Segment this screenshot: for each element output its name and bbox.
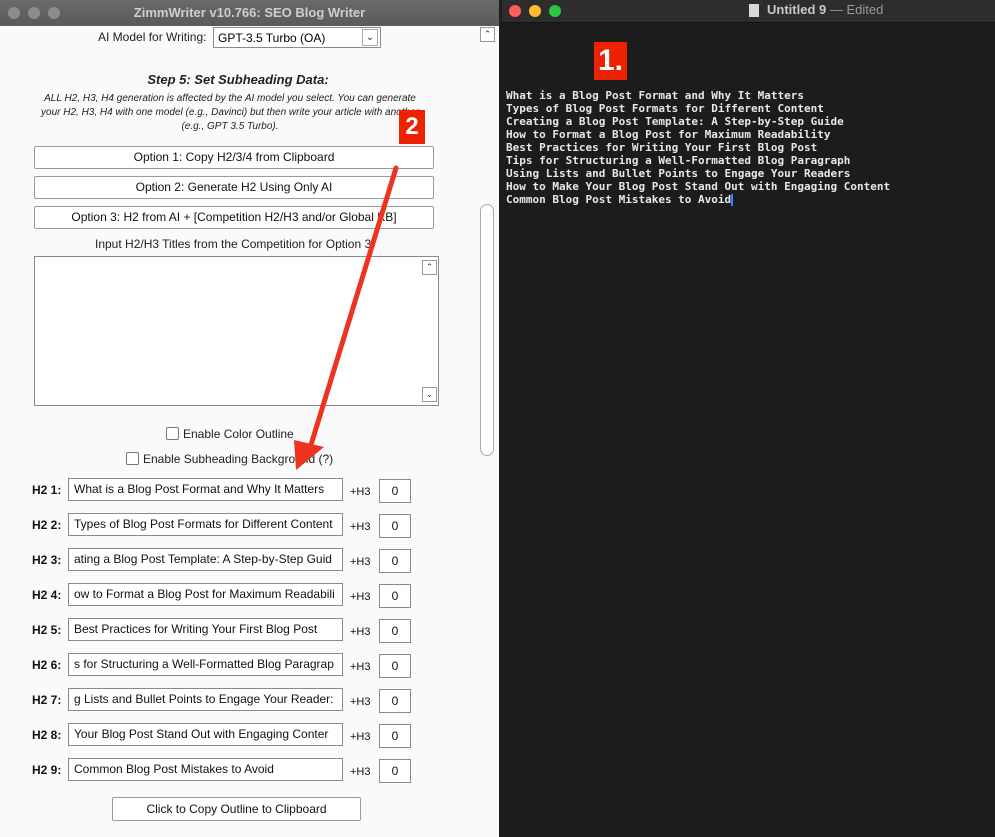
textarea-scroll-up-icon[interactable]: ⌃ <box>422 260 437 275</box>
copy-outline-button[interactable]: Click to Copy Outline to Clipboard <box>112 797 361 821</box>
editor-line-text: How to Make Your Blog Post Stand Out wit… <box>506 180 891 193</box>
editor-line: Using Lists and Bullet Points to Engage … <box>506 167 850 180</box>
h3-label: +H3 <box>350 731 371 743</box>
ai-model-label: AI Model for Writing: <box>98 30 207 44</box>
h3-label: +H3 <box>350 556 371 568</box>
editor-line: How to Format a Blog Post for Maximum Re… <box>506 128 831 141</box>
h3-count-input[interactable]: 0 <box>379 654 411 678</box>
h2-label: H2 3: <box>32 553 62 567</box>
h2-label: H2 6: <box>32 658 62 672</box>
competition-label: Input H2/H3 Titles from the Competition … <box>95 237 375 251</box>
editor-line: What is a Blog Post Format and Why It Ma… <box>506 89 804 102</box>
h3-count-input[interactable]: 0 <box>379 619 411 643</box>
textarea-scroll-down-icon[interactable]: ⌄ <box>422 387 437 402</box>
h2-label: H2 7: <box>32 693 62 707</box>
editor-line-text: Types of Blog Post Formats for Different… <box>506 102 824 115</box>
editor-line-text: What is a Blog Post Format and Why It Ma… <box>506 89 805 102</box>
h2-label: H2 8: <box>32 728 62 742</box>
document-name: Untitled 9 <box>767 2 827 17</box>
h2-label: H2 2: <box>32 518 62 532</box>
close-window-button[interactable] <box>509 5 521 17</box>
scroll-up-arrow-icon[interactable]: ⌃ <box>480 27 495 42</box>
editor-line: Types of Blog Post Formats for Different… <box>506 102 824 115</box>
chevron-down-icon: ⌄ <box>362 29 378 46</box>
ai-model-select[interactable]: GPT-3.5 Turbo (OA) ⌄ <box>213 27 381 48</box>
annotation-badge-2: 2 <box>399 110 425 144</box>
h3-count-input[interactable]: 0 <box>379 689 411 713</box>
document-status: — Edited <box>829 2 884 17</box>
document-title: Untitled 9 — Edited <box>767 2 883 17</box>
h2-input[interactable]: What is a Blog Post Format and Why It Ma… <box>68 478 343 501</box>
editor-line: Best Practices for Writing Your First Bl… <box>506 141 817 154</box>
subheading-bg-label: Enable Subheading Background (?) <box>143 452 334 466</box>
editor-line-text: Using Lists and Bullet Points to Engage … <box>506 167 851 180</box>
step-description: ALL H2, H3, H4 generation is affected by… <box>41 93 419 132</box>
minimize-window-button[interactable] <box>529 5 541 17</box>
zoom-window-button[interactable] <box>549 5 561 17</box>
h2-input[interactable]: g Lists and Bullet Points to Engage Your… <box>68 688 343 711</box>
h2-input[interactable]: Common Blog Post Mistakes to Avoid <box>68 758 343 781</box>
h3-label: +H3 <box>350 661 371 673</box>
step-heading: Step 5: Set Subheading Data: <box>147 72 329 87</box>
h2-input[interactable]: ating a Blog Post Template: A Step-by-St… <box>68 548 343 571</box>
competition-textarea[interactable]: ⌃ ⌄ <box>34 256 439 406</box>
h3-count-input[interactable]: 0 <box>379 549 411 573</box>
h3-count-input[interactable]: 0 <box>379 514 411 538</box>
h3-count-input[interactable]: 0 <box>379 724 411 748</box>
textedit-window: Untitled 9 — Edited What is a Blog Post … <box>502 0 995 837</box>
h3-label: +H3 <box>350 696 371 708</box>
editor-line: Tips for Structuring a Well-Formatted Bl… <box>506 154 850 167</box>
h3-count-input[interactable]: 0 <box>379 759 411 783</box>
h3-label: +H3 <box>350 766 371 778</box>
h2-input[interactable]: Types of Blog Post Formats for Different… <box>68 513 343 536</box>
color-outline-checkbox[interactable] <box>166 427 179 440</box>
editor-line-text: Creating a Blog Post Template: A Step-by… <box>506 115 844 128</box>
textedit-titlebar: Untitled 9 — Edited <box>502 0 995 23</box>
option1-button[interactable]: Option 1: Copy H2/3/4 from Clipboard <box>34 146 434 169</box>
h2-input[interactable]: Best Practices for Writing Your First Bl… <box>68 618 343 641</box>
h3-count-input[interactable]: 0 <box>379 479 411 503</box>
subheading-bg-checkbox[interactable] <box>126 452 139 465</box>
zimmwriter-content: AI Model for Writing: GPT-3.5 Turbo (OA)… <box>0 26 499 837</box>
editor-line: How to Make Your Blog Post Stand Out wit… <box>506 180 890 193</box>
h3-label: +H3 <box>350 626 371 638</box>
h2-input[interactable]: Your Blog Post Stand Out with Engaging C… <box>68 723 343 746</box>
option2-button[interactable]: Option 2: Generate H2 Using Only AI <box>34 176 434 199</box>
h2-label: H2 9: <box>32 763 62 777</box>
h2-label: H2 4: <box>32 588 62 602</box>
h3-label: +H3 <box>350 591 371 603</box>
editor-line-text: Tips for Structuring a Well-Formatted Bl… <box>506 154 851 167</box>
editor-line-text: Best Practices for Writing Your First Bl… <box>506 141 818 154</box>
zimmwriter-titlebar: ZimmWriter v10.766: SEO Blog Writer <box>0 0 499 26</box>
editor-line: Common Blog Post Mistakes to Avoid <box>506 193 734 206</box>
editor-line-text: Common Blog Post Mistakes to Avoid <box>506 193 732 206</box>
h3-count-input[interactable]: 0 <box>379 584 411 608</box>
h3-label: +H3 <box>350 486 371 498</box>
annotation-badge-1: 1. <box>594 42 627 80</box>
h2-label: H2 5: <box>32 623 62 637</box>
h2-input[interactable]: ow to Format a Blog Post for Maximum Rea… <box>68 583 343 606</box>
h2-input[interactable]: s for Structuring a Well-Formatted Blog … <box>68 653 343 676</box>
window-title: ZimmWriter v10.766: SEO Blog Writer <box>133 5 366 20</box>
main-scrollbar-thumb[interactable] <box>480 204 494 456</box>
editor-line: Creating a Blog Post Template: A Step-by… <box>506 115 844 128</box>
text-cursor <box>731 194 734 206</box>
editor-line-text: How to Format a Blog Post for Maximum Re… <box>506 128 831 141</box>
h2-label: H2 1: <box>32 483 62 497</box>
option3-button[interactable]: Option 3: H2 from AI + [Competition H2/H… <box>34 206 434 229</box>
document-icon <box>749 4 759 17</box>
ai-model-value: GPT-3.5 Turbo (OA) <box>218 31 326 45</box>
h3-label: +H3 <box>350 521 371 533</box>
color-outline-label: Enable Color Outline <box>183 427 294 441</box>
